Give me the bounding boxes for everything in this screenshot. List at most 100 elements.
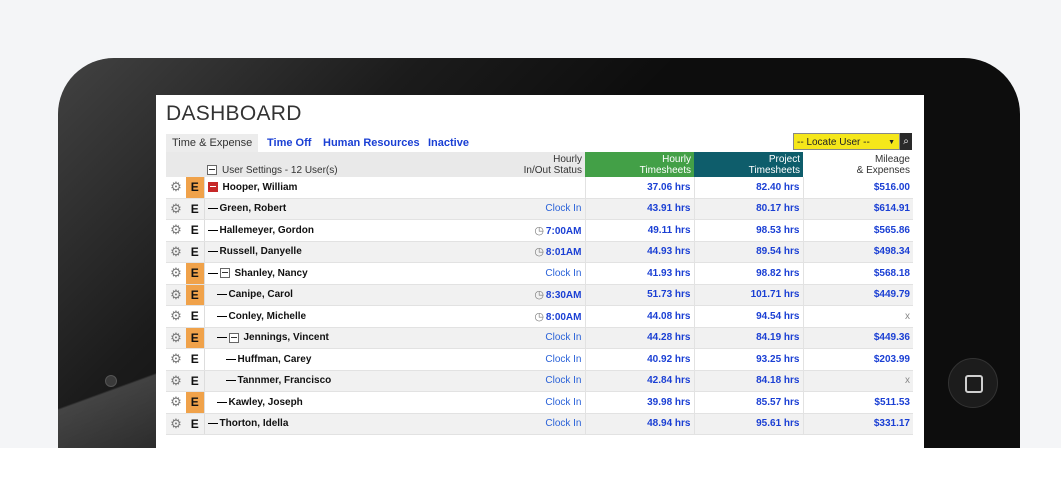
mileage-expense-value[interactable]: $568.18 xyxy=(802,262,913,285)
mileage-expense-value[interactable]: x xyxy=(802,305,913,328)
clock-in-link[interactable]: Clock In xyxy=(545,354,581,365)
employee-badge[interactable]: E xyxy=(186,198,204,220)
employee-badge[interactable]: E xyxy=(186,391,204,414)
tab-human-resources[interactable]: Human Resources xyxy=(323,134,420,152)
gear-icon[interactable]: ⚙ xyxy=(166,305,186,328)
gear-icon[interactable]: ⚙ xyxy=(166,198,186,220)
clock-in-link[interactable]: Clock In xyxy=(545,375,581,386)
employee-badge[interactable]: E xyxy=(186,370,204,392)
clock-in-link[interactable]: Clock In xyxy=(545,418,581,429)
table-row: ⚙ E Hallemeyer, Gordon ◷ 7:00AM 49.11 hrs 98.5… xyxy=(166,219,913,242)
gear-icon[interactable]: ⚙ xyxy=(166,327,186,349)
tab-time-expense[interactable]: Time & Expense xyxy=(166,134,259,152)
gear-icon[interactable]: ⚙ xyxy=(166,262,186,285)
project-timesheet-value[interactable]: 94.54 hrs xyxy=(693,305,803,328)
user-name[interactable]: Conley, Michelle xyxy=(229,311,307,322)
gear-icon[interactable]: ⚙ xyxy=(166,177,186,199)
gear-icon[interactable]: ⚙ xyxy=(166,370,186,392)
gear-icon[interactable]: ⚙ xyxy=(166,219,186,242)
user-name[interactable]: Russell, Danyelle xyxy=(220,246,302,257)
user-name[interactable]: Shanley, Nancy xyxy=(235,268,308,279)
employee-badge[interactable]: E xyxy=(186,348,204,371)
user-name[interactable]: Hallemeyer, Gordon xyxy=(220,225,314,236)
mileage-expense-value[interactable]: $449.36 xyxy=(802,327,913,349)
tab-inactive[interactable]: Inactive xyxy=(428,134,469,152)
project-timesheet-value[interactable]: 101.71 hrs xyxy=(693,284,803,306)
gear-icon[interactable]: ⚙ xyxy=(166,348,186,371)
project-timesheet-value[interactable]: 98.53 hrs xyxy=(693,219,803,242)
clock-in-link[interactable]: Clock In xyxy=(545,332,581,343)
hourly-timesheet-value[interactable]: 49.11 hrs xyxy=(584,219,694,242)
project-timesheets-header: Project Timesheets xyxy=(694,152,803,177)
hourly-header-line2: Timesheets xyxy=(639,165,691,176)
hourly-timesheet-value[interactable]: 48.94 hrs xyxy=(584,413,694,435)
collapse-icon[interactable] xyxy=(207,182,218,193)
mileage-expense-value[interactable]: $449.79 xyxy=(802,284,913,306)
project-timesheet-value[interactable]: 95.61 hrs xyxy=(693,413,803,435)
mileage-expense-value[interactable]: $203.99 xyxy=(802,348,913,371)
hourly-timesheet-value[interactable]: 37.06 hrs xyxy=(584,177,694,199)
user-name[interactable]: Green, Robert xyxy=(220,203,287,214)
home-button[interactable] xyxy=(948,358,998,408)
project-timesheet-value[interactable]: 84.18 hrs xyxy=(693,370,803,392)
collapse-icon[interactable] xyxy=(219,268,230,279)
project-timesheet-value[interactable]: 80.17 hrs xyxy=(693,198,803,220)
hourly-timesheet-value[interactable]: 44.28 hrs xyxy=(584,327,694,349)
clock-in-link[interactable]: Clock In xyxy=(545,268,581,279)
project-timesheet-value[interactable]: 84.19 hrs xyxy=(693,327,803,349)
project-timesheet-value[interactable]: 89.54 hrs xyxy=(693,241,803,263)
gear-icon[interactable]: ⚙ xyxy=(166,391,186,414)
project-timesheet-value[interactable]: 93.25 hrs xyxy=(693,348,803,371)
hourly-timesheet-value[interactable]: 51.73 hrs xyxy=(584,284,694,306)
project-timesheet-value[interactable]: 82.40 hrs xyxy=(693,177,803,199)
gear-icon[interactable]: ⚙ xyxy=(166,284,186,306)
collapse-icon[interactable] xyxy=(228,332,239,343)
user-name[interactable]: Kawley, Joseph xyxy=(229,397,303,408)
hourly-timesheet-value[interactable]: 44.08 hrs xyxy=(584,305,694,328)
locate-user-select[interactable]: -- Locate User -- ▼ xyxy=(793,133,900,150)
user-name[interactable]: Jennings, Vincent xyxy=(244,332,329,343)
collapse-all-icon[interactable] xyxy=(207,165,217,176)
user-name[interactable]: Canipe, Carol xyxy=(229,289,293,300)
mileage-expense-value[interactable]: $331.17 xyxy=(802,413,913,435)
search-icon[interactable]: ⌕ xyxy=(900,133,912,150)
mileage-expense-value[interactable]: x xyxy=(802,370,913,392)
employee-badge[interactable]: E xyxy=(186,413,204,435)
project-header-line2: Timesheets xyxy=(748,165,800,176)
user-name[interactable]: Tannmer, Francisco xyxy=(238,375,332,386)
employee-badge[interactable]: E xyxy=(186,284,204,306)
tab-time-off[interactable]: Time Off xyxy=(267,134,311,152)
hourly-timesheet-value[interactable]: 39.98 hrs xyxy=(584,391,694,414)
hourly-timesheet-value[interactable]: 43.91 hrs xyxy=(584,198,694,220)
user-settings-header[interactable]: User Settings - 12 User(s) xyxy=(204,152,422,177)
mileage-expense-value[interactable]: $614.91 xyxy=(802,198,913,220)
hourly-timesheet-value[interactable]: 42.84 hrs xyxy=(584,370,694,392)
user-name[interactable]: Huffman, Carey xyxy=(238,354,312,365)
table-row: ⚙ E Green, Robert Clock In 43.91 hrs 80.17 hr… xyxy=(166,198,913,220)
employee-badge[interactable]: E xyxy=(186,327,204,349)
gear-icon[interactable]: ⚙ xyxy=(166,413,186,435)
employee-badge[interactable]: E xyxy=(186,177,204,199)
clock-in-link[interactable]: Clock In xyxy=(545,203,581,214)
employee-badge[interactable]: E xyxy=(186,219,204,242)
employee-badge[interactable]: E xyxy=(186,262,204,285)
hourly-header-line1: Hourly xyxy=(662,154,691,165)
user-name[interactable]: Hooper, William xyxy=(223,182,298,193)
mileage-expense-value[interactable]: $565.86 xyxy=(802,219,913,242)
mileage-expense-value[interactable]: $498.34 xyxy=(802,241,913,263)
clock-in-time: 7:00AM xyxy=(545,225,582,237)
gear-icon[interactable]: ⚙ xyxy=(166,241,186,263)
header-blank-2 xyxy=(186,152,204,177)
mileage-expense-value[interactable]: $516.00 xyxy=(802,177,913,199)
user-name-cell: Huffman, Carey xyxy=(203,348,422,371)
employee-badge[interactable]: E xyxy=(186,241,204,263)
clock-in-link[interactable]: Clock In xyxy=(545,397,581,408)
hourly-timesheet-value[interactable]: 40.92 hrs xyxy=(584,348,694,371)
project-timesheet-value[interactable]: 85.57 hrs xyxy=(693,391,803,414)
hourly-timesheet-value[interactable]: 41.93 hrs xyxy=(584,262,694,285)
employee-badge[interactable]: E xyxy=(186,305,204,328)
mileage-expense-value[interactable]: $511.53 xyxy=(802,391,913,414)
project-timesheet-value[interactable]: 98.82 hrs xyxy=(693,262,803,285)
hourly-timesheet-value[interactable]: 44.93 hrs xyxy=(584,241,694,263)
user-name[interactable]: Thorton, Idella xyxy=(220,418,289,429)
